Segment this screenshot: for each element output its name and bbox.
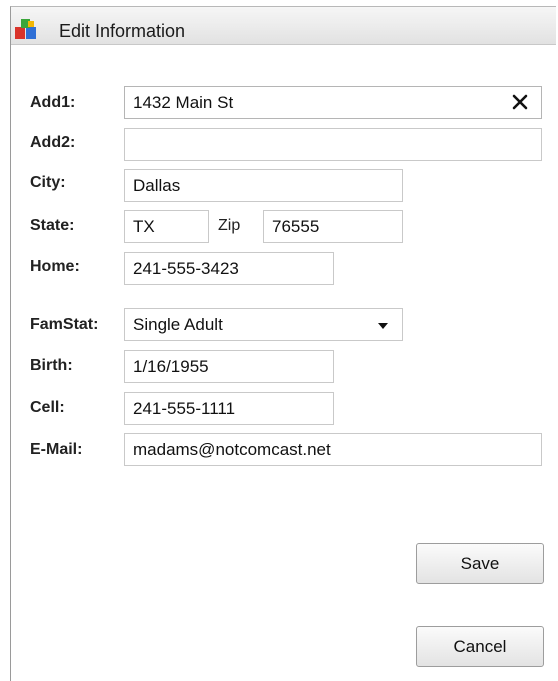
city-label: City:	[30, 174, 66, 191]
save-button[interactable]: Save	[416, 543, 544, 584]
zip-input[interactable]: 76555	[263, 210, 403, 243]
famstat-label: FamStat:	[30, 316, 99, 333]
cell-label: Cell:	[30, 399, 65, 416]
add1-input[interactable]: 1432 Main St	[124, 86, 542, 119]
add2-input[interactable]	[124, 128, 542, 161]
famstat-value: Single Adult	[133, 315, 223, 334]
title-bar: Edit Information	[11, 7, 556, 45]
cell-phone-input[interactable]: 241-555-1111	[124, 392, 334, 425]
email-value: madams@notcomcast.net	[133, 440, 331, 459]
city-input[interactable]: Dallas	[124, 169, 403, 202]
cancel-button[interactable]: Cancel	[416, 626, 544, 667]
add2-label: Add2:	[30, 134, 76, 151]
app-blocks-icon	[15, 19, 36, 39]
birth-label: Birth:	[30, 357, 73, 374]
home-phone-input[interactable]: 241-555-3423	[124, 252, 334, 285]
birth-input[interactable]: 1/16/1955	[124, 350, 334, 383]
zip-value: 76555	[272, 217, 320, 236]
clear-x-icon[interactable]	[509, 90, 531, 114]
chevron-down-icon[interactable]	[378, 323, 388, 329]
city-value: Dallas	[133, 176, 181, 195]
window-title: Edit Information	[59, 21, 186, 41]
state-label: State:	[30, 217, 75, 234]
cell-phone-value: 241-555-1111	[133, 399, 236, 418]
zip-label: Zip	[218, 217, 241, 234]
add1-value: 1432 Main St	[133, 93, 234, 112]
famstat-select[interactable]: Single Adult	[124, 308, 403, 341]
state-input[interactable]: TX	[124, 210, 209, 243]
state-value: TX	[133, 217, 155, 236]
email-input[interactable]: madams@notcomcast.net	[124, 433, 542, 466]
birth-value: 1/16/1955	[133, 357, 209, 376]
home-phone-value: 241-555-3423	[133, 259, 239, 278]
edit-information-window: Edit Information Add1: 1432 Main St Add2…	[10, 6, 556, 681]
home-label: Home:	[30, 258, 80, 275]
add1-label: Add1:	[30, 94, 76, 111]
email-label: E-Mail:	[30, 441, 83, 458]
